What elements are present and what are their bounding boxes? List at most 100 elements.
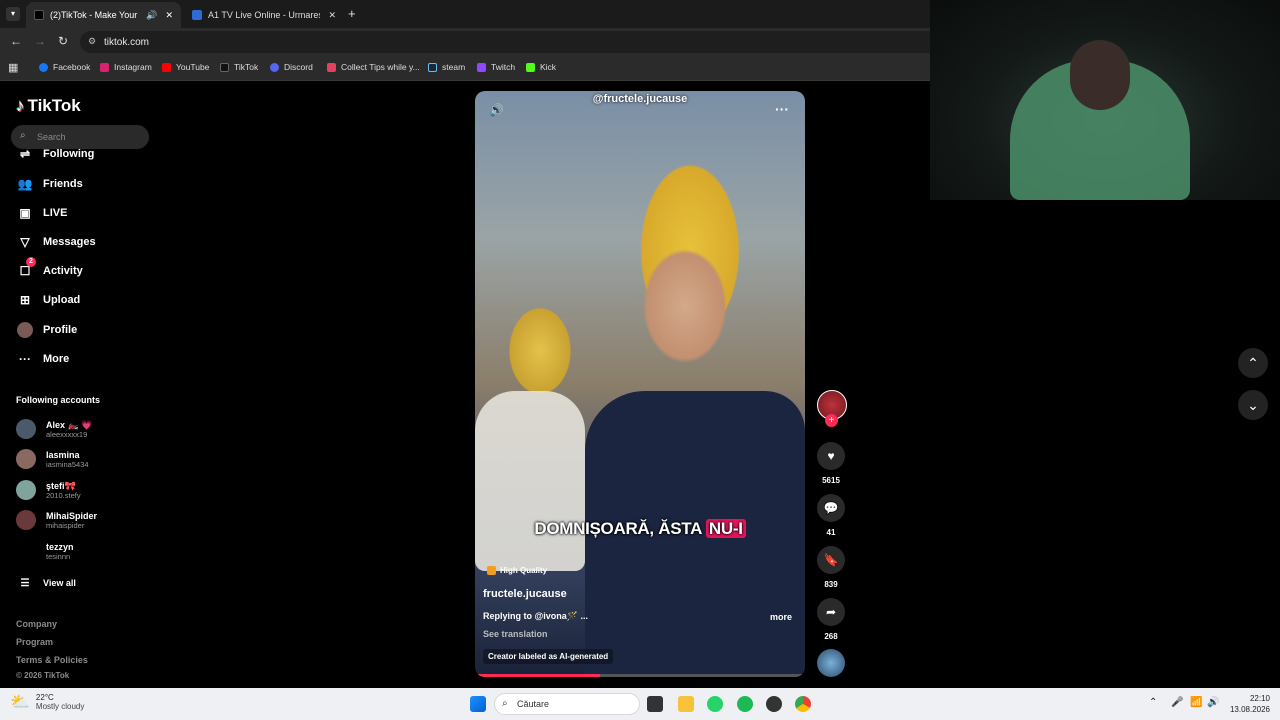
volume-icon[interactable]: 🔊 <box>489 103 504 117</box>
tiktok-logo[interactable]: ♪ TikTok <box>16 96 81 116</box>
file-explorer-icon[interactable] <box>678 696 694 712</box>
bookmark-facebook[interactable]: Facebook <box>39 62 90 72</box>
avatar <box>16 480 36 500</box>
bookmark-collect-tips[interactable]: Collect Tips while y... <box>327 62 420 72</box>
share-action[interactable]: ➦ 268 <box>817 598 845 641</box>
bookmark-steam[interactable]: steam <box>428 62 465 72</box>
avatar <box>16 419 36 439</box>
tab-a1tv[interactable]: A1 TV Live Online - Urmareste ✕ <box>184 2 344 28</box>
account-item[interactable]: MihaiSpider mihaispider <box>16 510 97 530</box>
bookmark-twitch[interactable]: Twitch <box>477 62 515 72</box>
comment-icon[interactable]: 💬 <box>817 494 845 522</box>
cloud-icon: ⛅ <box>10 694 30 711</box>
like-action[interactable]: ♥ 5615 <box>817 442 845 485</box>
view-all-button[interactable]: ☰ View all <box>16 576 76 590</box>
creator-avatar-button[interactable]: + <box>817 390 847 427</box>
video-author[interactable]: fructele.jucause <box>483 588 567 600</box>
chevron-down-icon: ⌄ <box>1247 396 1259 413</box>
friends-icon: 👥 <box>17 177 33 191</box>
nav-activity[interactable]: ☐ 2 Activity <box>16 257 83 278</box>
account-item[interactable]: ştefi🎀 2010.stefy <box>16 480 81 500</box>
instagram-icon <box>100 62 109 72</box>
chevron-up-icon: ⌃ <box>1247 354 1259 371</box>
see-translation-link[interactable]: See translation <box>483 629 548 639</box>
nav-messages[interactable]: ▽ Messages <box>16 235 95 249</box>
heart-icon[interactable]: ♥ <box>817 442 845 470</box>
tips-icon <box>327 62 336 72</box>
nav-friends[interactable]: 👥 Friends <box>16 177 83 191</box>
footer-terms[interactable]: Terms & Policies <box>16 655 88 665</box>
like-count: 5615 <box>822 476 840 485</box>
account-item[interactable]: tezzyn tesinnn <box>16 541 74 561</box>
tab-search-icon[interactable]: ▾ <box>6 7 20 21</box>
site-info-icon[interactable]: ⚙ <box>88 36 96 47</box>
sound-disc[interactable] <box>817 649 845 677</box>
audio-icon[interactable]: 🔊 <box>146 10 157 21</box>
music-disc-icon[interactable] <box>817 649 845 677</box>
microphone-icon[interactable]: 🎤 <box>1171 697 1183 708</box>
search-input[interactable]: ⌕ Search <box>11 125 149 149</box>
live-icon: ▣ <box>19 206 31 220</box>
bookmark-icon[interactable]: 🔖 <box>817 546 845 574</box>
footer-company[interactable]: Company <box>16 619 57 629</box>
close-icon[interactable]: ✕ <box>328 10 336 21</box>
video-progress-fill <box>475 674 601 677</box>
comment-count: 41 <box>826 528 836 537</box>
reload-icon[interactable]: ↻ <box>58 34 68 48</box>
quality-badge: High Quality <box>487 566 547 575</box>
comment-action[interactable]: 💬 41 <box>817 494 845 537</box>
nav-live[interactable]: ▣ LIVE <box>16 206 67 220</box>
apps-icon[interactable]: ▦ <box>8 61 18 74</box>
spotify-icon[interactable] <box>737 696 753 712</box>
video-progress-bar[interactable] <box>475 674 805 677</box>
nav-following[interactable]: ⇌ Following <box>16 147 94 161</box>
more-options-icon[interactable]: ··· <box>775 101 789 117</box>
sidebar: ♪ TikTok ⌕ Search ⇌ Following 👥 Friends ▣ L… <box>0 82 160 688</box>
nav-more[interactable]: ··· More <box>16 352 69 366</box>
bookmark-kick[interactable]: Kick <box>526 62 556 72</box>
chrome-icon[interactable] <box>795 696 811 712</box>
follow-plus-icon[interactable]: + <box>825 414 838 427</box>
bookmark-action[interactable]: 🔖 839 <box>817 546 845 589</box>
windows-start-icon[interactable] <box>470 696 486 712</box>
volume-tray-icon[interactable]: 🔊 <box>1207 697 1219 708</box>
taskbar-search[interactable]: ⌕ Căutare <box>494 693 640 715</box>
back-icon[interactable]: ← <box>10 34 22 48</box>
new-tab-icon[interactable]: + <box>348 6 356 21</box>
profile-avatar <box>16 322 34 338</box>
next-video-button[interactable]: ⌄ <box>1238 390 1268 420</box>
more-link[interactable]: more <box>770 612 792 622</box>
wifi-icon[interactable]: 📶 <box>1190 697 1202 708</box>
bookmark-tiktok[interactable]: TikTok <box>220 62 258 72</box>
nav-profile[interactable]: Profile <box>16 322 77 338</box>
toolbar: ← → ↻ ⚙ tiktok.com <box>0 28 930 56</box>
footer-program[interactable]: Program <box>16 637 53 647</box>
task-view-icon[interactable] <box>647 696 663 712</box>
nav-upload[interactable]: ⊞ Upload <box>16 293 80 307</box>
bookmark-instagram[interactable]: Instagram <box>100 62 152 72</box>
tab-tiktok[interactable]: (2)TikTok - Make Your Day 🔊 ✕ <box>26 2 181 28</box>
close-icon[interactable]: ✕ <box>165 10 173 21</box>
previous-video-button[interactable]: ⌃ <box>1238 348 1268 378</box>
app-icon[interactable] <box>766 696 782 712</box>
forward-icon[interactable]: → <box>34 34 46 48</box>
video-player[interactable]: 🔊 @fructele.jucause ··· DOMNIȘOARĂ, ĂSTA… <box>475 91 805 677</box>
video-scene-towel <box>475 391 585 571</box>
bookmark-discord[interactable]: Discord <box>270 62 313 72</box>
tray-chevron-icon[interactable]: ⌃ <box>1149 697 1157 708</box>
whatsapp-icon[interactable] <box>707 696 723 712</box>
upload-icon: ⊞ <box>19 293 31 307</box>
messages-icon: ▽ <box>20 235 30 249</box>
account-item[interactable]: Iasmina iasmina5434 <box>16 449 89 469</box>
bookmarks-bar: ▦ Facebook Instagram YouTube TikTok Disc… <box>0 56 930 81</box>
kick-icon <box>526 62 535 72</box>
weather-widget[interactable]: ⛅ 22°C Mostly cloudy <box>10 692 84 712</box>
clock[interactable]: 22:10 13.08.2026 <box>1224 693 1270 715</box>
address-bar[interactable]: ⚙ tiktok.com <box>80 31 930 53</box>
account-item[interactable]: Alex 🏍️ 💗 aleexxxxx19 <box>16 419 92 439</box>
share-icon[interactable]: ➦ <box>817 598 845 626</box>
tiktok-favicon-icon <box>34 10 44 20</box>
bookmark-youtube[interactable]: YouTube <box>162 62 209 72</box>
video-handle-overlay: @fructele.jucause <box>592 93 688 105</box>
facebook-icon <box>39 62 48 72</box>
